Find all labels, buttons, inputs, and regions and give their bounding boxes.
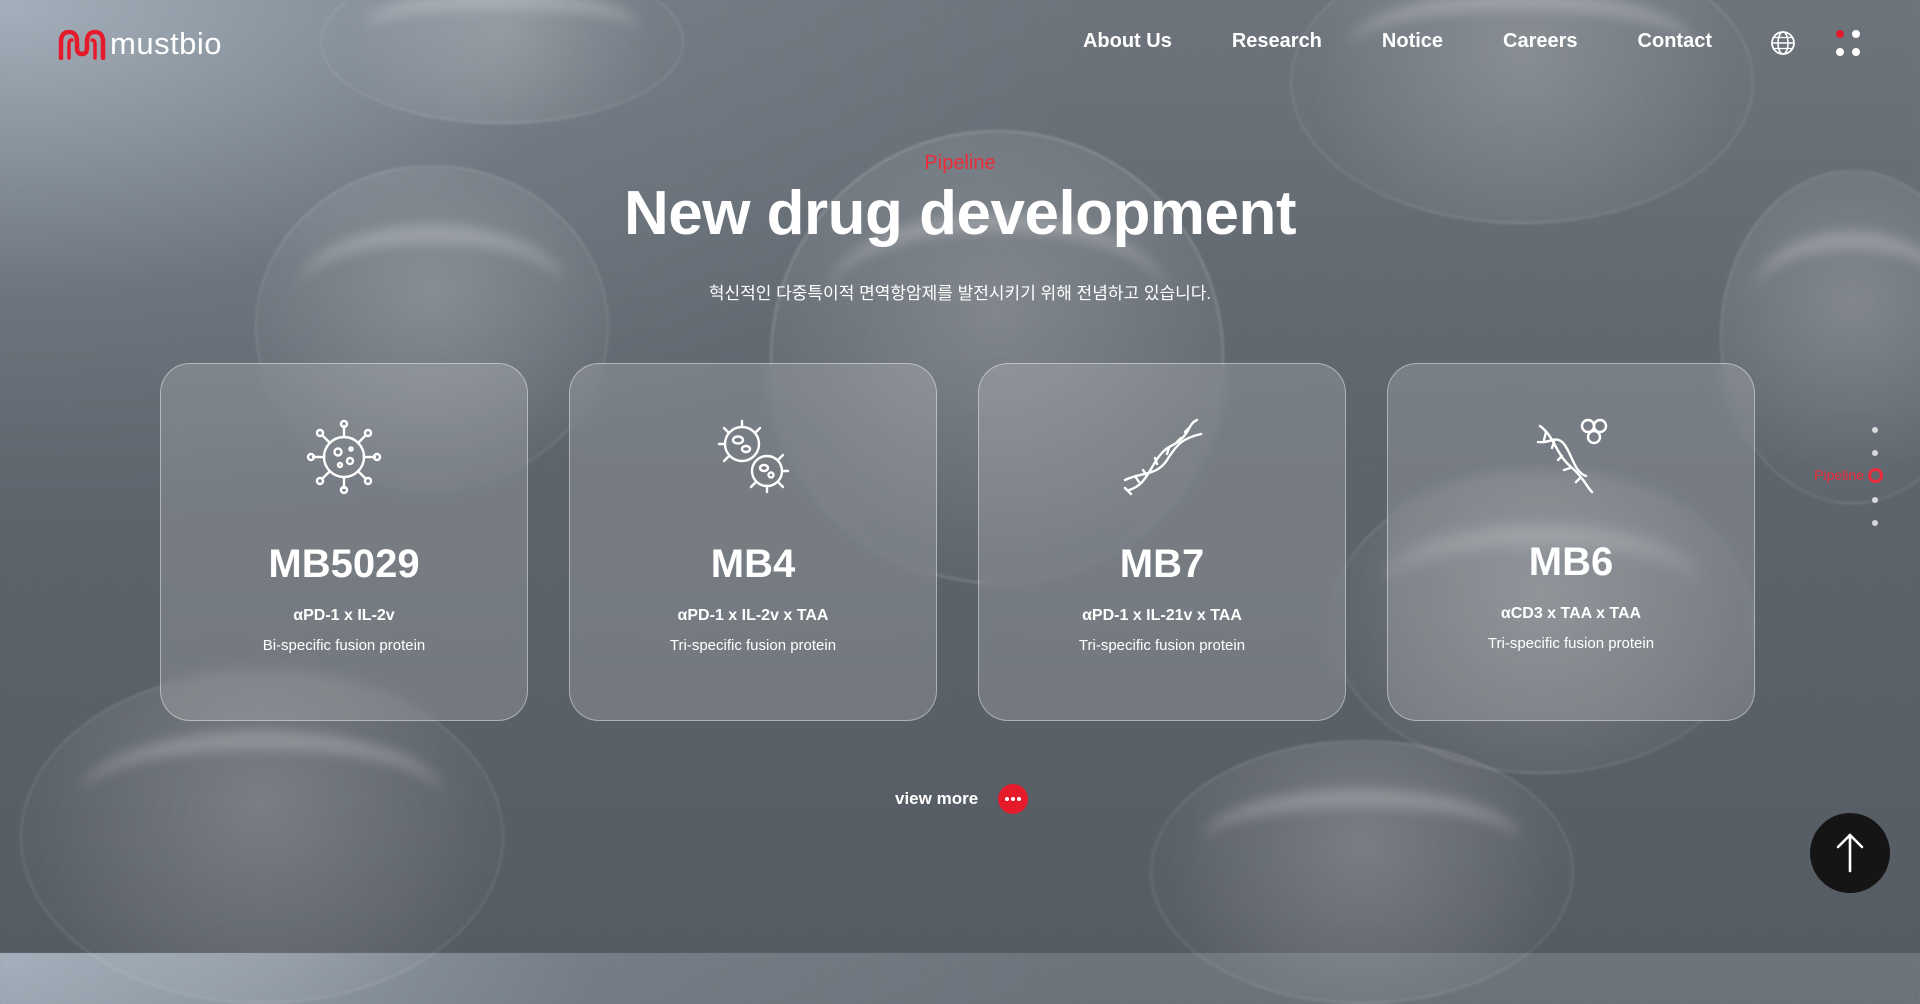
menu-dots-icon[interactable]	[1834, 28, 1862, 58]
pagination-dot-active[interactable]	[1868, 468, 1883, 483]
globe-icon[interactable]	[1770, 30, 1796, 56]
section-title: New drug development	[623, 179, 1297, 248]
arrow-up-icon	[1836, 833, 1864, 873]
pipeline-cards: MB5029 αPD-1 x IL-2v Bi-specific fusion …	[160, 363, 1755, 721]
more-dots-icon	[998, 784, 1029, 814]
bacteria-icon	[717, 419, 790, 494]
logo-mark-icon	[58, 29, 106, 60]
card-description: Tri-specific fusion protein	[669, 637, 837, 654]
card-formula: αPD-1 x IL-2v	[293, 607, 395, 624]
view-more-label: view more	[895, 789, 979, 808]
pagination-active-label: Pipeline	[1814, 467, 1864, 483]
card-description: Bi-specific fusion protein	[262, 637, 426, 654]
pagination-dot[interactable]	[1872, 520, 1878, 526]
card-title: MB5029	[268, 542, 420, 586]
card-title: MB4	[710, 542, 796, 586]
nav-careers[interactable]: Careers	[1503, 30, 1578, 53]
view-more-button[interactable]: view more	[895, 784, 1029, 814]
site-header: mustbio About Us Research Notice Careers…	[0, 0, 1920, 90]
pipeline-card-mb6[interactable]: MB6 αCD3 x TAA x TAA Tri-specific fusion…	[1387, 363, 1755, 721]
card-description: Tri-specific fusion protein	[1487, 635, 1655, 652]
card-formula: αPD-1 x IL-2v x TAA	[677, 607, 829, 624]
pagination-dot[interactable]	[1872, 450, 1878, 456]
nav-research[interactable]: Research	[1232, 30, 1322, 53]
pagination-dot[interactable]	[1872, 427, 1878, 433]
main-nav: About Us Research Notice Careers Contact	[1083, 30, 1712, 53]
nav-notice[interactable]: Notice	[1382, 30, 1443, 53]
card-formula: αCD3 x TAA x TAA	[1500, 605, 1642, 622]
pipeline-card-mb5029[interactable]: MB5029 αPD-1 x IL-2v Bi-specific fusion …	[160, 363, 528, 721]
card-title: MB7	[1119, 542, 1205, 586]
logo-text: mustbio	[110, 26, 223, 61]
nav-contact[interactable]: Contact	[1638, 30, 1712, 53]
section-eyebrow: Pipeline	[924, 152, 996, 174]
card-formula: αPD-1 x IL-21v x TAA	[1082, 607, 1242, 624]
card-title: MB6	[1528, 540, 1614, 584]
pipeline-card-mb7[interactable]: MB7 αPD-1 x IL-21v x TAA Tri-specific fu…	[978, 363, 1346, 721]
scroll-to-top-button[interactable]	[1810, 813, 1890, 893]
nav-about-us[interactable]: About Us	[1083, 30, 1172, 53]
virus-icon	[306, 419, 382, 495]
dna-icon	[1123, 418, 1203, 496]
pagination-dot[interactable]	[1872, 497, 1878, 503]
section-pagination: Pipeline	[1800, 425, 1886, 531]
section-subtitle: 혁신적인 다중특이적 면역항암제를 발전시키기 위해 전념하고 있습니다.	[708, 284, 1212, 303]
bg-bubble	[1150, 740, 1574, 1004]
pipeline-card-mb4[interactable]: MB4 αPD-1 x IL-2v x TAA Tri-specific fus…	[569, 363, 937, 721]
dna-molecule-icon	[1536, 418, 1608, 494]
card-description: Tri-specific fusion protein	[1078, 637, 1246, 654]
logo[interactable]: mustbio	[58, 26, 222, 62]
